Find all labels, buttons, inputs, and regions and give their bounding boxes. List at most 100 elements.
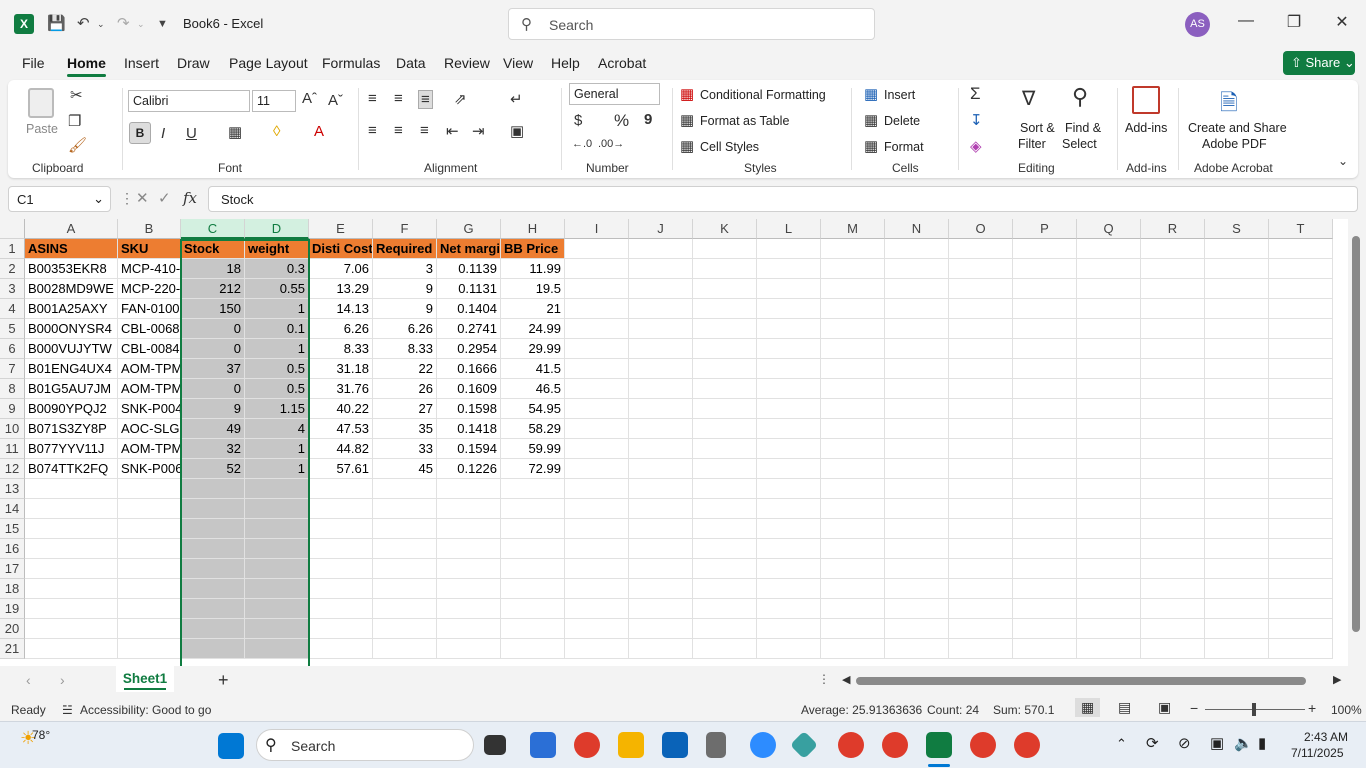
font-size-select[interactable]: 11 (252, 90, 296, 112)
cell-d2[interactable]: 0.3 (245, 259, 309, 279)
chevron-down-icon[interactable]: ⌄ (93, 191, 104, 207)
cell-j3[interactable] (629, 279, 693, 299)
cell-f3[interactable]: 9 (373, 279, 437, 299)
cell-a9[interactable]: B0090YPQJ2 (25, 399, 118, 419)
zoom-slider-thumb[interactable] (1252, 703, 1256, 716)
cell-n6[interactable] (885, 339, 949, 359)
taskbar-search[interactable]: ⚲ Search (256, 729, 474, 761)
cell-d4[interactable]: 1 (245, 299, 309, 319)
format-painter-icon[interactable]: 🖌 (68, 136, 87, 154)
cell-r14[interactable] (1141, 499, 1205, 519)
cell-h16[interactable] (501, 539, 565, 559)
cell-j15[interactable] (629, 519, 693, 539)
format-cells-icon[interactable]: ▦ (864, 137, 878, 155)
cell-m16[interactable] (821, 539, 885, 559)
cell-g2[interactable]: 0.1139 (437, 259, 501, 279)
cell-i3[interactable] (565, 279, 629, 299)
cell-a17[interactable] (25, 559, 118, 579)
row-header-4[interactable]: 4 (0, 299, 25, 319)
clock-time[interactable]: 2:43 AM (1304, 730, 1348, 744)
cell-a6[interactable]: B000VUJYTW (25, 339, 118, 359)
cell-b5[interactable]: CBL-0068L (118, 319, 181, 339)
cell-i14[interactable] (565, 499, 629, 519)
save-icon[interactable]: 💾 (47, 14, 66, 34)
cell-h12[interactable]: 72.99 (501, 459, 565, 479)
cell-g10[interactable]: 0.1418 (437, 419, 501, 439)
cell-m6[interactable] (821, 339, 885, 359)
cell-i20[interactable] (565, 619, 629, 639)
cell-styles-button[interactable]: Cell Styles (700, 140, 759, 154)
store-icon[interactable] (530, 732, 556, 758)
cell-g11[interactable]: 0.1594 (437, 439, 501, 459)
cell-p4[interactable] (1013, 299, 1077, 319)
cell-c12[interactable]: 52 (181, 459, 245, 479)
cell-o13[interactable] (949, 479, 1013, 499)
cell-e9[interactable]: 40.22 (309, 399, 373, 419)
cell-b1[interactable]: SKU (118, 239, 181, 259)
tab-file[interactable]: File (22, 55, 45, 71)
cell-i5[interactable] (565, 319, 629, 339)
cell-t18[interactable] (1269, 579, 1333, 599)
cell-o12[interactable] (949, 459, 1013, 479)
cell-d9[interactable]: 1.15 (245, 399, 309, 419)
cell-f5[interactable]: 6.26 (373, 319, 437, 339)
collapse-ribbon-icon[interactable]: ⌄ (1338, 154, 1348, 168)
cell-k6[interactable] (693, 339, 757, 359)
cell-i9[interactable] (565, 399, 629, 419)
cell-t19[interactable] (1269, 599, 1333, 619)
cell-m14[interactable] (821, 499, 885, 519)
cell-c11[interactable]: 32 (181, 439, 245, 459)
excel-taskbar-icon[interactable] (926, 732, 952, 758)
cell-g9[interactable]: 0.1598 (437, 399, 501, 419)
cell-b19[interactable] (118, 599, 181, 619)
cell-m9[interactable] (821, 399, 885, 419)
cell-m19[interactable] (821, 599, 885, 619)
cell-r19[interactable] (1141, 599, 1205, 619)
row-header-8[interactable]: 8 (0, 379, 25, 399)
cell-h18[interactable] (501, 579, 565, 599)
cell-n7[interactable] (885, 359, 949, 379)
cell-r7[interactable] (1141, 359, 1205, 379)
cell-q11[interactable] (1077, 439, 1141, 459)
cell-a16[interactable] (25, 539, 118, 559)
cell-d19[interactable] (245, 599, 309, 619)
increase-decimal-icon[interactable]: ←.0 (572, 138, 592, 150)
cell-d14[interactable] (245, 499, 309, 519)
clock-date[interactable]: 7/11/2025 (1291, 746, 1344, 760)
insert-function-icon[interactable]: fx (183, 189, 197, 207)
cell-q7[interactable] (1077, 359, 1141, 379)
cell-k7[interactable] (693, 359, 757, 379)
cell-s5[interactable] (1205, 319, 1269, 339)
column-header-j[interactable]: J (629, 219, 693, 239)
find-select-line1[interactable]: Find & (1065, 121, 1101, 135)
cell-h6[interactable]: 29.99 (501, 339, 565, 359)
cell-e5[interactable]: 6.26 (309, 319, 373, 339)
cell-r2[interactable] (1141, 259, 1205, 279)
cell-r11[interactable] (1141, 439, 1205, 459)
cell-m7[interactable] (821, 359, 885, 379)
cell-j19[interactable] (629, 599, 693, 619)
network-icon[interactable]: ⊘ (1178, 734, 1191, 752)
column-header-e[interactable]: E (309, 219, 373, 239)
cell-s13[interactable] (1205, 479, 1269, 499)
font-name-select[interactable]: Calibri (128, 90, 250, 112)
cell-b6[interactable]: CBL-0084L (118, 339, 181, 359)
cell-p16[interactable] (1013, 539, 1077, 559)
cell-i6[interactable] (565, 339, 629, 359)
row-header-3[interactable]: 3 (0, 279, 25, 299)
cell-c10[interactable]: 49 (181, 419, 245, 439)
clear-icon[interactable]: ◈ (970, 137, 982, 155)
cell-e4[interactable]: 14.13 (309, 299, 373, 319)
cell-i18[interactable] (565, 579, 629, 599)
underline-button[interactable]: U (186, 125, 197, 142)
cell-l12[interactable] (757, 459, 821, 479)
cell-o2[interactable] (949, 259, 1013, 279)
cell-n1[interactable] (885, 239, 949, 259)
cell-e14[interactable] (309, 499, 373, 519)
cell-g7[interactable]: 0.1666 (437, 359, 501, 379)
align-middle-icon[interactable]: ≡ (394, 90, 403, 107)
cell-c16[interactable] (181, 539, 245, 559)
cell-c7[interactable]: 37 (181, 359, 245, 379)
cell-m3[interactable] (821, 279, 885, 299)
cell-g15[interactable] (437, 519, 501, 539)
